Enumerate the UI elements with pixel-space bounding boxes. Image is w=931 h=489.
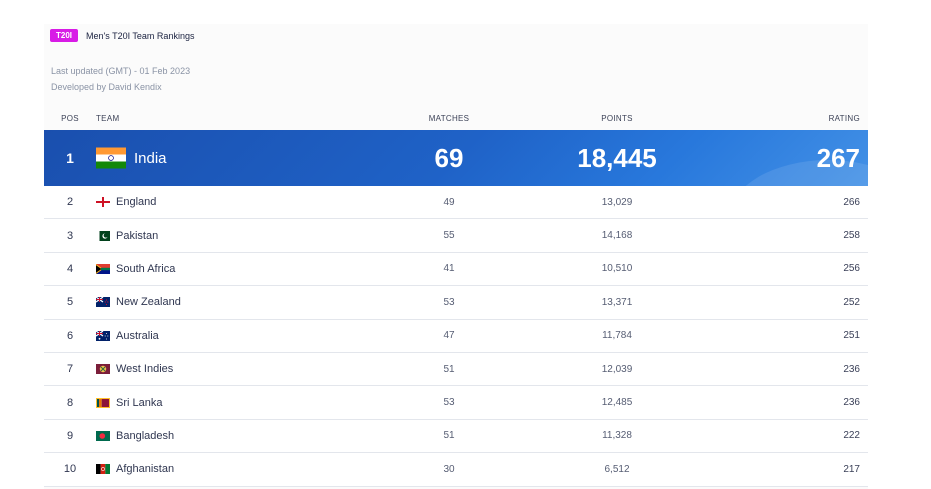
row-points: 10,510 <box>601 263 633 275</box>
england-flag-icon <box>96 197 110 208</box>
row-pos: 4 <box>66 262 74 275</box>
table-row[interactable]: 3 Pakistan 55 14,168 258 <box>44 219 868 253</box>
team-name: Bangladesh <box>116 429 175 442</box>
row-rating: 258 <box>843 230 860 242</box>
row-matches: 51 <box>443 430 455 442</box>
meta-info: Last updated (GMT) - 01 Feb 2023 Develop… <box>51 63 190 95</box>
row-team[interactable]: Pakistan <box>96 230 414 242</box>
row-pos: 5 <box>66 296 74 309</box>
row-pos: 2 <box>66 196 74 209</box>
row-rating: 222 <box>843 430 860 442</box>
table-row-top[interactable]: 1 India 69 18,445 267 <box>44 130 868 186</box>
table-row[interactable]: 9 Bangladesh 51 11,328 222 <box>44 419 868 454</box>
row-team[interactable]: Afghanistan <box>96 463 414 475</box>
format-badge[interactable]: T20I <box>50 29 79 42</box>
team-name: Pakistan <box>116 229 159 242</box>
row-pos: 8 <box>66 396 74 409</box>
row-points: 11,328 <box>602 430 632 442</box>
afghanistan-flag-icon <box>96 464 110 475</box>
row-team[interactable]: South Africa <box>96 263 414 275</box>
team-name: South Africa <box>116 262 176 275</box>
header-pos: POS <box>61 113 79 123</box>
row-pos: 6 <box>66 329 74 342</box>
row-matches: 53 <box>443 296 455 308</box>
table-row[interactable]: 6 Australia 47 11,784 251 <box>44 319 868 353</box>
sri-lanka-flag-icon <box>96 397 110 408</box>
table-header: POS TEAM MATCHES POINTS RATING <box>44 106 868 130</box>
row-rating: 236 <box>843 363 860 375</box>
table-row[interactable]: 7 West Indies 51 12,039 236 <box>44 352 868 387</box>
row-points: 13,371 <box>601 296 633 308</box>
rankings-table: POS TEAM MATCHES POINTS RATING 1 India 6… <box>44 106 868 487</box>
row-points: 18,445 <box>577 142 657 173</box>
table-row[interactable]: 8 Sri Lanka 53 12,485 236 <box>44 386 868 420</box>
header-team: TEAM <box>96 113 120 123</box>
row-rating: 266 <box>843 196 860 208</box>
row-pos: 1 <box>66 150 74 166</box>
row-team[interactable]: Australia <box>96 330 414 342</box>
team-name: Sri Lanka <box>116 396 163 409</box>
header-points: POINTS <box>601 113 633 123</box>
header-rating: RATING <box>828 113 860 123</box>
south-africa-flag-icon <box>96 263 110 274</box>
row-rating: 217 <box>843 463 860 475</box>
team-name: New Zealand <box>116 296 181 309</box>
row-points: 12,039 <box>601 363 633 375</box>
australia-flag-icon <box>96 330 110 341</box>
row-points: 13,029 <box>601 196 633 208</box>
bangladesh-flag-icon <box>96 430 110 441</box>
pakistan-flag-icon <box>96 230 110 241</box>
row-matches: 55 <box>443 230 455 242</box>
team-name: India <box>134 149 167 167</box>
row-matches: 49 <box>443 196 455 208</box>
row-rating: 251 <box>843 330 860 342</box>
team-name: Australia <box>116 329 159 342</box>
west-indies-flag-icon <box>96 364 110 375</box>
row-points: 12,485 <box>601 397 633 409</box>
row-team[interactable]: New Zealand <box>96 296 414 308</box>
team-name: West Indies <box>116 363 174 376</box>
rankings-header: T20I Men's T20I Team Rankings <box>50 29 194 42</box>
row-matches: 69 <box>434 142 464 173</box>
row-rating: 256 <box>843 263 860 275</box>
row-matches: 30 <box>443 463 455 475</box>
table-row[interactable]: 4 South Africa 41 10,510 256 <box>44 252 868 287</box>
new-zealand-flag-icon <box>96 297 110 308</box>
india-flag-icon <box>96 147 126 169</box>
row-pos: 10 <box>63 463 77 476</box>
row-matches: 51 <box>443 363 455 375</box>
row-matches: 53 <box>443 397 455 409</box>
row-team[interactable]: Bangladesh <box>96 430 414 442</box>
row-points: 11,784 <box>602 330 632 342</box>
row-team[interactable]: India <box>96 147 414 169</box>
row-matches: 41 <box>443 263 455 275</box>
row-pos: 3 <box>66 229 74 242</box>
row-pos: 7 <box>66 363 74 376</box>
table-row[interactable]: 10 Afghanistan 30 6,512 217 <box>44 453 868 487</box>
header-matches: MATCHES <box>428 113 470 123</box>
last-updated-text: Last updated (GMT) - 01 Feb 2023 <box>51 66 191 76</box>
row-team[interactable]: Sri Lanka <box>96 397 414 409</box>
row-points: 6,512 <box>604 463 630 475</box>
page-title: Men's T20I Team Rankings <box>86 30 195 41</box>
row-team[interactable]: West Indies <box>96 363 414 375</box>
table-row[interactable]: 2 England 49 13,029 266 <box>44 186 868 220</box>
row-team[interactable]: England <box>96 196 414 208</box>
developer-text: Developed by David Kendix <box>51 82 162 92</box>
table-row[interactable]: 5 New Zealand 53 13,371 252 <box>44 286 868 320</box>
row-pos: 9 <box>66 429 74 442</box>
row-points: 14,168 <box>601 230 633 242</box>
row-rating: 236 <box>843 397 860 409</box>
row-rating: 252 <box>843 296 860 308</box>
row-matches: 47 <box>443 330 455 342</box>
team-name: England <box>116 196 157 209</box>
team-name: Afghanistan <box>116 463 175 476</box>
